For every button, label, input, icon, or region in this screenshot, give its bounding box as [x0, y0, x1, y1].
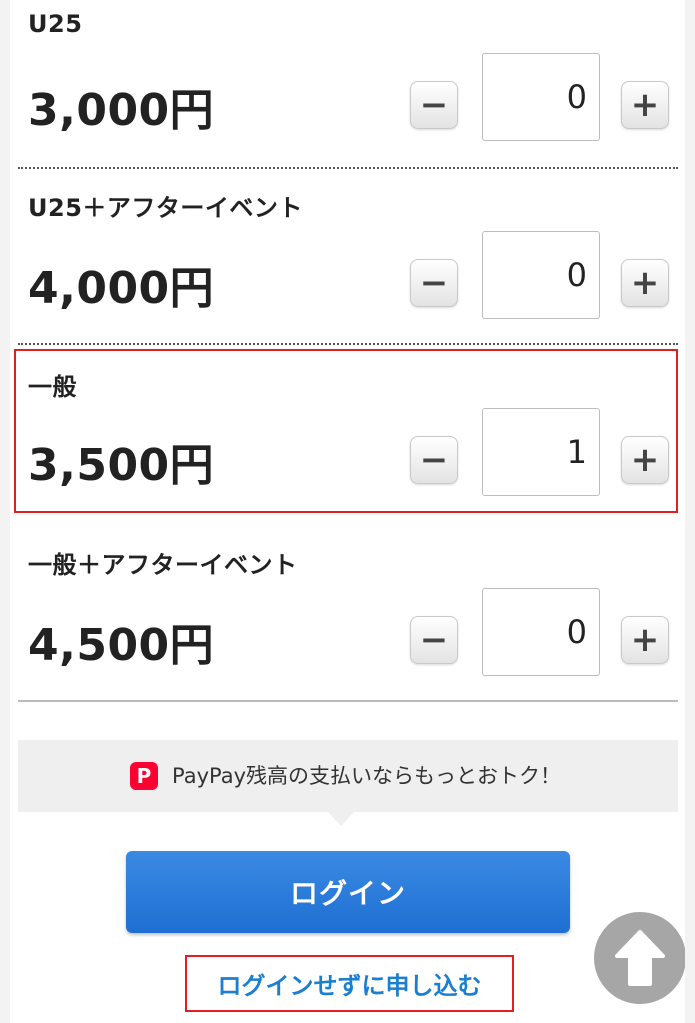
promo-pointer	[328, 812, 354, 826]
ticket-row-general-after-event: 一般＋アフターイベント 4,500円 − 0 +	[18, 525, 678, 695]
ticket-price: 3,000円	[28, 85, 215, 136]
divider	[18, 700, 678, 702]
apply-without-login-link[interactable]: ログインせずに申し込む	[187, 957, 512, 1010]
increase-quantity-button[interactable]: +	[621, 81, 669, 129]
ticket-row-general: 一般 3,500円 − 1 +	[18, 345, 678, 515]
quantity-input[interactable]: 0	[482, 588, 600, 676]
ticket-name: U25＋アフターイベント	[28, 194, 303, 222]
increase-quantity-button[interactable]: +	[621, 436, 669, 484]
ticket-price: 4,000円	[28, 263, 215, 314]
ticket-row-u25-after-event: U25＋アフターイベント 4,000円 − 0 +	[18, 168, 678, 338]
quantity-input[interactable]: 1	[482, 408, 600, 496]
increase-quantity-button[interactable]: +	[621, 259, 669, 307]
guest-link-highlight: ログインせずに申し込む	[185, 955, 514, 1012]
ticket-name: 一般＋アフターイベント	[28, 551, 298, 579]
ticket-name: 一般	[28, 373, 77, 401]
quantity-input[interactable]: 0	[482, 231, 600, 319]
paypay-promo-banner: P PayPay残高の支払いならもっとおトク！	[18, 740, 678, 812]
arrow-up-icon	[615, 930, 665, 986]
ticket-price: 3,500円	[28, 440, 215, 491]
ticket-price: 4,500円	[28, 620, 215, 671]
paypay-promo-text: PayPay残高の支払いならもっとおトク！	[172, 764, 562, 788]
decrease-quantity-button[interactable]: −	[410, 616, 458, 664]
decrease-quantity-button[interactable]: −	[410, 81, 458, 129]
quantity-input[interactable]: 0	[482, 53, 600, 141]
login-button[interactable]: ログイン	[126, 851, 570, 933]
increase-quantity-button[interactable]: +	[621, 616, 669, 664]
paypay-logo: P	[130, 762, 158, 790]
ticket-row-u25: U25 3,000円 − 0 +	[18, 0, 678, 160]
decrease-quantity-button[interactable]: −	[410, 259, 458, 307]
ticket-selection-page: U25 3,000円 − 0 + U25＋アフターイベント 4,000円 − 0…	[10, 0, 685, 1023]
ticket-name: U25	[28, 10, 83, 38]
decrease-quantity-button[interactable]: −	[410, 436, 458, 484]
scroll-to-top-button[interactable]	[594, 912, 685, 1004]
